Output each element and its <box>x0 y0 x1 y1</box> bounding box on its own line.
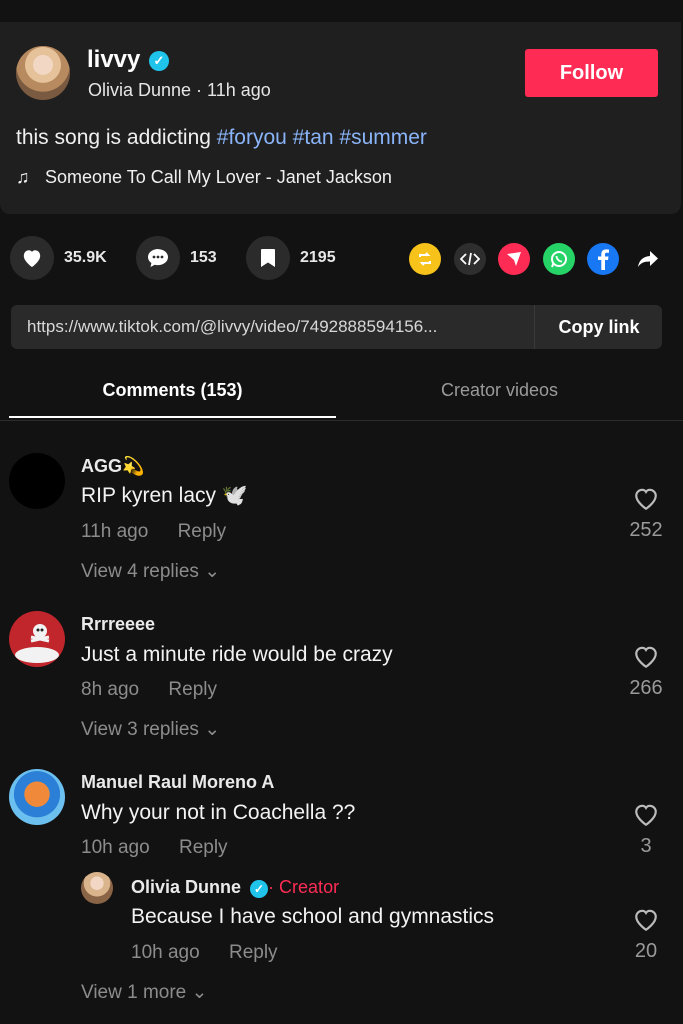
view-replies-label: View 3 replies <box>81 719 199 740</box>
copy-link-box: https://www.tiktok.com/@livvy/video/7492… <box>11 305 662 349</box>
comment-time: 10h ago <box>81 837 150 858</box>
comment-text: RIP kyren lacy 🕊️ <box>81 484 248 507</box>
avatar[interactable] <box>9 453 65 509</box>
comment-time: 10h ago <box>131 942 200 963</box>
comment-like-count: 266 <box>629 677 663 699</box>
video-url[interactable]: https://www.tiktok.com/@livvy/video/7492… <box>27 317 527 337</box>
comment-like-count: 20 <box>634 940 658 962</box>
reply-button[interactable]: Reply <box>168 679 217 700</box>
save-stat[interactable]: 2195 <box>246 236 336 280</box>
whatsapp-icon[interactable] <box>543 243 575 275</box>
post-caption: this song is addicting #foryou #tan #sum… <box>16 126 427 150</box>
comment-time: 11h ago <box>81 521 149 542</box>
repost-icon[interactable] <box>409 243 441 275</box>
comment-author[interactable]: Manuel Raul Moreno A <box>81 772 274 793</box>
comment-like-count: 3 <box>640 835 652 857</box>
hashtag-summer[interactable]: #summer <box>339 126 427 149</box>
avatar[interactable] <box>9 769 65 825</box>
save-count: 2195 <box>300 249 336 266</box>
bookmark-icon[interactable] <box>246 236 290 280</box>
follow-button[interactable]: Follow <box>525 49 658 97</box>
view-more-button[interactable]: View 1 more ⌄ <box>81 981 207 1004</box>
tab-comments[interactable]: Comments (153) <box>9 380 336 401</box>
chevron-down-icon: ⌄ <box>191 982 208 1003</box>
view-replies-button[interactable]: View 3 replies ⌄ <box>81 718 220 741</box>
comment-text: Because I have school and gymnastics <box>131 905 495 928</box>
comment-text: Why your not in Coachella ?? <box>81 801 356 824</box>
avatar[interactable] <box>81 872 113 904</box>
comment-like[interactable]: 266 <box>626 645 666 700</box>
comment-meta: 10h ago Reply <box>81 837 228 859</box>
music-link[interactable]: ♫ Someone To Call My Lover - Janet Jacks… <box>16 167 392 188</box>
heart-outline-icon[interactable] <box>633 645 659 669</box>
comment-meta: 8h ago Reply <box>81 679 217 701</box>
comment-icon[interactable] <box>136 236 180 280</box>
hashtag-tan[interactable]: #tan <box>293 126 334 149</box>
comment-stat[interactable]: 153 <box>136 236 217 280</box>
share-arrow-icon[interactable] <box>632 243 664 275</box>
music-note-icon: ♫ <box>16 167 30 187</box>
hashtag-foryou[interactable]: #foryou <box>217 126 287 149</box>
comment-author[interactable]: AGG💫 <box>81 456 144 477</box>
active-tab-indicator <box>9 416 336 418</box>
send-icon[interactable] <box>498 243 530 275</box>
author-subline: Olivia Dunne · 11h ago <box>88 80 271 100</box>
chevron-down-icon: ⌄ <box>204 719 221 740</box>
heart-outline-icon[interactable] <box>633 803 659 827</box>
chevron-down-icon: ⌄ <box>204 561 221 582</box>
view-more-label: View 1 more <box>81 982 187 1003</box>
reply-button[interactable]: Reply <box>229 942 278 963</box>
verified-badge-icon: ✓ <box>149 51 169 71</box>
comment-like[interactable]: 20 <box>626 908 666 963</box>
facebook-icon[interactable] <box>587 243 619 275</box>
like-stat[interactable]: 35.9K <box>10 236 107 280</box>
comment-text: Just a minute ride would be crazy <box>81 643 393 666</box>
comment-like-count: 252 <box>629 519 663 541</box>
author-avatar[interactable] <box>16 46 70 100</box>
comment-like[interactable]: 3 <box>626 803 666 858</box>
view-replies-button[interactable]: View 4 replies ⌄ <box>81 560 220 583</box>
reply-button[interactable]: Reply <box>179 837 228 858</box>
tabs-divider <box>0 420 683 421</box>
comment-time: 8h ago <box>81 679 140 700</box>
reply-author[interactable]: Olivia Dunne <box>131 877 241 897</box>
comment-like[interactable]: 252 <box>626 487 666 542</box>
like-count: 35.9K <box>64 249 107 266</box>
verified-badge-icon: ✓ <box>250 880 269 898</box>
comment-count: 153 <box>190 249 217 266</box>
avatar[interactable] <box>9 611 65 667</box>
heart-icon[interactable] <box>10 236 54 280</box>
view-replies-label: View 4 replies <box>81 561 199 582</box>
heart-outline-icon[interactable] <box>633 908 659 932</box>
author-username[interactable]: livvy <box>87 46 140 74</box>
comment-meta: 11h ago Reply <box>81 521 226 543</box>
caption-text: this song is addicting <box>16 126 211 149</box>
copy-link-button[interactable]: Copy link <box>534 305 663 349</box>
music-title: Someone To Call My Lover - Janet Jackson <box>45 167 392 187</box>
comment-author[interactable]: Rrrreeee <box>81 614 155 635</box>
heart-outline-icon[interactable] <box>633 487 659 511</box>
embed-icon[interactable] <box>454 243 486 275</box>
tab-creator-videos[interactable]: Creator videos <box>336 380 663 401</box>
creator-tag: · Creator <box>268 877 340 897</box>
comment-meta: 10h ago Reply <box>131 942 278 964</box>
reply-button[interactable]: Reply <box>178 521 227 542</box>
reply-author-line: Olivia Dunne ✓ · Creator <box>131 877 339 898</box>
